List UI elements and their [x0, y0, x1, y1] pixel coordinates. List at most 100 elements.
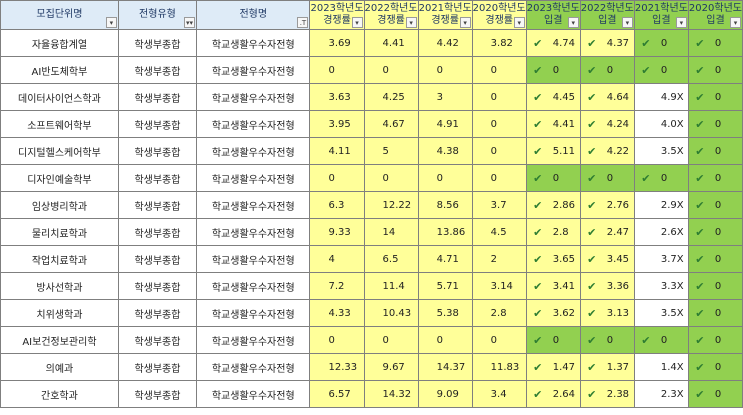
cell-competition-rate[interactable]: 0	[309, 326, 365, 354]
cell-competition-rate[interactable]: 14.32	[363, 380, 419, 408]
cell-admission-cutoff[interactable]: ✔ 2.86	[525, 191, 581, 219]
cell-admission-cutoff[interactable]: 2.6X	[633, 218, 689, 246]
cell-competition-rate[interactable]: 4.11	[309, 137, 365, 165]
cell-admission-cutoff[interactable]: ✔ 3.13	[579, 299, 635, 327]
cell-admission-cutoff[interactable]: ✔ 4.41	[525, 110, 581, 138]
cell-admission-cutoff[interactable]: ✔ 0	[687, 137, 743, 165]
filter-dropdown-icon[interactable]: ▾▾	[184, 17, 196, 28]
cell-admission-cutoff[interactable]: ✔ 4.37	[579, 29, 635, 57]
cell-competition-rate[interactable]: 4.42	[417, 29, 473, 57]
cell-admission-cutoff[interactable]: ✔ 0	[687, 353, 743, 381]
cell-admission-cutoff[interactable]: ✔ 0	[633, 56, 689, 84]
filter-dropdown-icon[interactable]: ▾	[730, 17, 741, 28]
cell-admission-cutoff[interactable]: ✔ 0	[579, 56, 635, 84]
cell-major-name[interactable]: 디자인예술학부	[0, 164, 119, 192]
cell-competition-rate[interactable]: 4.25	[363, 83, 419, 111]
cell-competition-rate[interactable]: 0	[417, 164, 473, 192]
cell-admission-cutoff[interactable]: 3.3X	[633, 272, 689, 300]
cell-admission-cutoff[interactable]: ✔ 0	[687, 272, 743, 300]
cell-competition-rate[interactable]: 4.91	[417, 110, 473, 138]
cell-admission-cutoff[interactable]: 4.0X	[633, 110, 689, 138]
cell-competition-rate[interactable]: 9.67	[363, 353, 419, 381]
cell-admission-cutoff[interactable]: ✔ 0	[525, 56, 581, 84]
cell-admission-cutoff[interactable]: ✔ 4.24	[579, 110, 635, 138]
cell-admission-cutoff[interactable]: ✔ 0	[687, 56, 743, 84]
cell-admission-type[interactable]: 학생부종합	[117, 245, 198, 273]
cell-admission-type[interactable]: 학생부종합	[117, 218, 198, 246]
cell-admission-cutoff[interactable]: 2.9X	[633, 191, 689, 219]
cell-admission-cutoff[interactable]: ✔ 0	[687, 380, 743, 408]
cell-major-name[interactable]: 작업치료학과	[0, 245, 119, 273]
cell-admission-cutoff[interactable]: 4.9X	[633, 83, 689, 111]
cell-competition-rate[interactable]: 12.33	[309, 353, 365, 381]
cell-admission-track[interactable]: 학교생활우수자전형	[196, 380, 311, 408]
cell-admission-type[interactable]: 학생부종합	[117, 164, 198, 192]
cell-major-name[interactable]: AI반도체학부	[0, 56, 119, 84]
header-cut-2021[interactable]: 2021학년도 입결 ▾	[633, 0, 689, 30]
cell-admission-cutoff[interactable]: ✔ 0	[633, 164, 689, 192]
filter-dropdown-icon[interactable]: ▾	[621, 17, 633, 28]
cell-competition-rate[interactable]: 0	[363, 326, 419, 354]
cell-competition-rate[interactable]: 6.57	[309, 380, 365, 408]
cell-admission-cutoff[interactable]: ✔ 0	[633, 326, 689, 354]
cell-major-name[interactable]: 데이터사이언스학과	[0, 83, 119, 111]
cell-competition-rate[interactable]: 3.82	[471, 29, 527, 57]
cell-admission-cutoff[interactable]: ✔ 3.41	[525, 272, 581, 300]
cell-competition-rate[interactable]: 5.71	[417, 272, 473, 300]
header-cut-2022[interactable]: 2022학년도 입결 ▾	[579, 0, 635, 30]
cell-competition-rate[interactable]: 0	[363, 164, 419, 192]
cell-competition-rate[interactable]: 6.5	[363, 245, 419, 273]
cell-admission-track[interactable]: 학교생활우수자전형	[196, 299, 311, 327]
filter-dropdown-icon[interactable]: ▾	[105, 17, 117, 28]
cell-admission-track[interactable]: 학교생활우수자전형	[196, 56, 311, 84]
cell-admission-type[interactable]: 학생부종합	[117, 326, 198, 354]
cell-admission-cutoff[interactable]: ✔ 4.74	[525, 29, 581, 57]
cell-competition-rate[interactable]: 2.8	[471, 299, 527, 327]
cell-competition-rate[interactable]: 9.09	[417, 380, 473, 408]
cell-admission-cutoff[interactable]: ✔ 0	[687, 191, 743, 219]
cell-admission-cutoff[interactable]: ✔ 0	[579, 326, 635, 354]
cell-competition-rate[interactable]: 4.41	[363, 29, 419, 57]
cell-admission-cutoff[interactable]: ✔ 3.36	[579, 272, 635, 300]
header-rate-2022[interactable]: 2022학년도 경쟁률 ▾	[363, 0, 419, 30]
cell-admission-track[interactable]: 학교생활우수자전형	[196, 29, 311, 57]
cell-competition-rate[interactable]: 0	[363, 56, 419, 84]
cell-admission-cutoff[interactable]: ✔ 0	[687, 299, 743, 327]
cell-admission-cutoff[interactable]: ✔ 4.45	[525, 83, 581, 111]
cell-admission-track[interactable]: 학교생활우수자전형	[196, 164, 311, 192]
cell-competition-rate[interactable]: 4.71	[417, 245, 473, 273]
cell-admission-cutoff[interactable]: 3.7X	[633, 245, 689, 273]
cell-competition-rate[interactable]: 3.7	[471, 191, 527, 219]
cell-admission-cutoff[interactable]: ✔ 4.64	[579, 83, 635, 111]
filter-dropdown-icon[interactable]: ▾	[513, 17, 525, 28]
header-rate-2020[interactable]: 2020학년도 경쟁률 ▾	[471, 0, 527, 30]
cell-admission-cutoff[interactable]: ✔ 3.62	[525, 299, 581, 327]
cell-major-name[interactable]: 물리치료학과	[0, 218, 119, 246]
cell-admission-cutoff[interactable]: ✔ 1.47	[525, 353, 581, 381]
cell-admission-cutoff[interactable]: ✔ 0	[687, 83, 743, 111]
cell-admission-type[interactable]: 학생부종합	[117, 83, 198, 111]
cell-major-name[interactable]: 간호학과	[0, 380, 119, 408]
filter-dropdown-icon[interactable]: ▾	[405, 17, 417, 28]
cell-competition-rate[interactable]: 0	[309, 56, 365, 84]
header-type[interactable]: 전형유형 ▾▾	[117, 0, 198, 30]
cell-admission-cutoff[interactable]: ✔ 0	[525, 326, 581, 354]
cell-admission-type[interactable]: 학생부종합	[117, 272, 198, 300]
cell-competition-rate[interactable]: 0	[471, 83, 527, 111]
cell-major-name[interactable]: 의예과	[0, 353, 119, 381]
cell-competition-rate[interactable]: 6.3	[309, 191, 365, 219]
cell-major-name[interactable]: 임상병리학과	[0, 191, 119, 219]
cell-admission-track[interactable]: 학교생활우수자전형	[196, 218, 311, 246]
cell-admission-cutoff[interactable]: ✔ 1.37	[579, 353, 635, 381]
header-cut-2023[interactable]: 2023학년도 입결 ▾	[525, 0, 581, 30]
cell-competition-rate[interactable]: 0	[471, 326, 527, 354]
cell-admission-cutoff[interactable]: ✔ 0	[687, 245, 743, 273]
header-rate-2021[interactable]: 2021학년도 경쟁률 ▾	[417, 0, 473, 30]
cell-admission-cutoff[interactable]: ✔ 0	[525, 164, 581, 192]
cell-competition-rate[interactable]: 5	[363, 137, 419, 165]
cell-major-name[interactable]: 치위생학과	[0, 299, 119, 327]
cell-admission-track[interactable]: 학교생활우수자전형	[196, 353, 311, 381]
filter-dropdown-icon[interactable]: ▾	[675, 17, 687, 28]
cell-admission-type[interactable]: 학생부종합	[117, 110, 198, 138]
cell-competition-rate[interactable]: 9.33	[309, 218, 365, 246]
